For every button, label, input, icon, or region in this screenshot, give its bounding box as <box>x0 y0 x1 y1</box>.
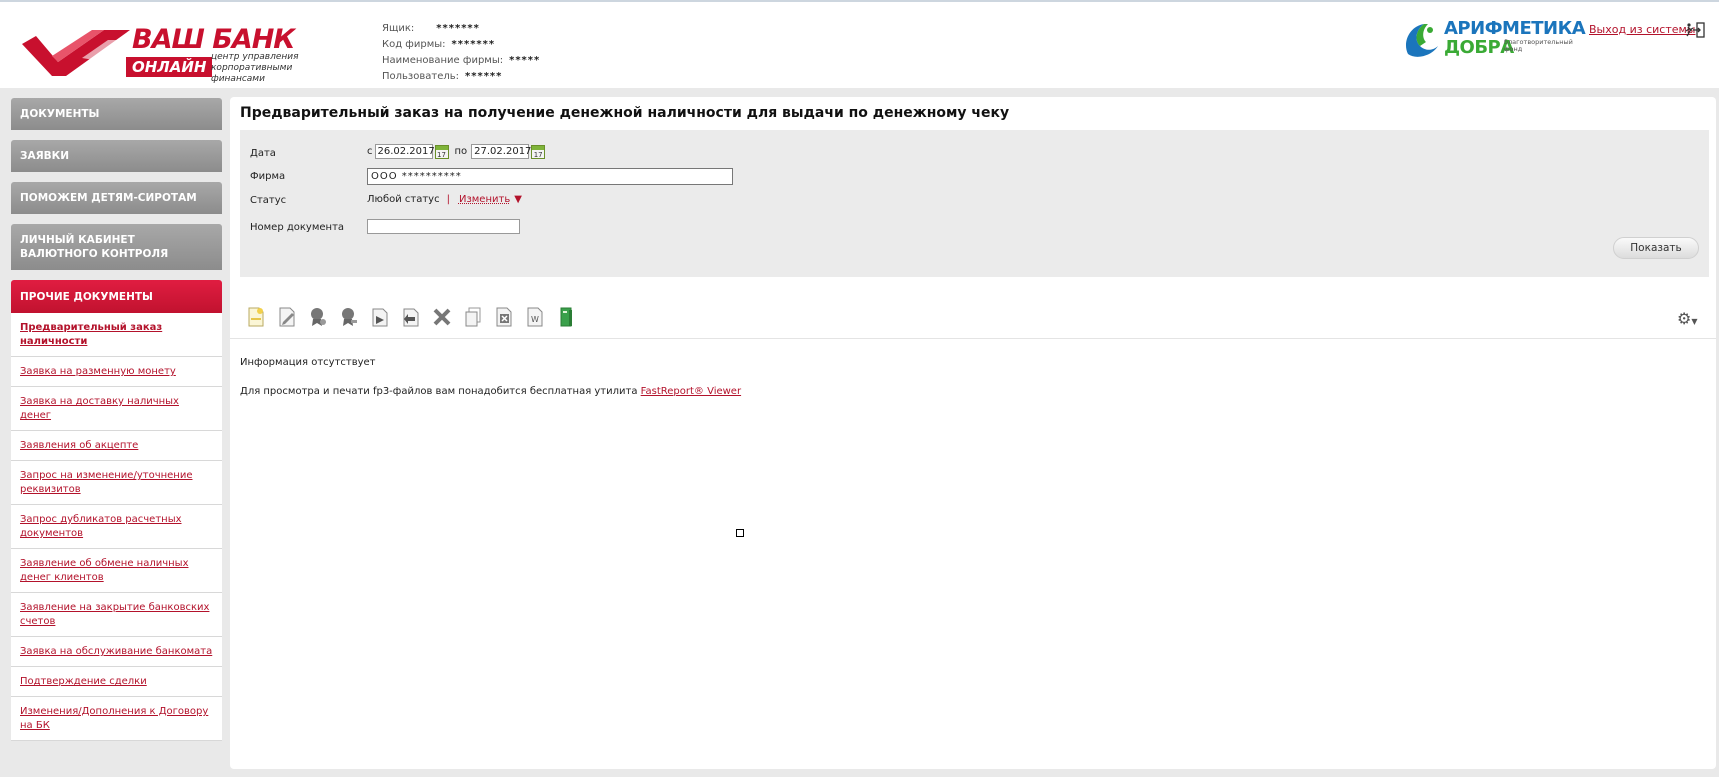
page-title: Предварительный заказ на получение денеж… <box>240 105 1010 121</box>
doc-number-input[interactable] <box>367 219 520 234</box>
fastreport-viewer-link[interactable]: FastReport® Viewer <box>641 386 741 397</box>
status-value: Любой статус <box>367 194 440 205</box>
menu-documents[interactable]: ДОКУМЕНТЫ <box>11 98 222 130</box>
filter-panel: Дата с 26.02.2017 17 по 27.02.2017 17 Фи… <box>240 130 1709 277</box>
partner-name-line1: АРИФМЕТИКА <box>1444 18 1586 39</box>
settings-gear-icon[interactable]: ⚙▼ <box>1677 309 1698 328</box>
submenu-item-cash-exchange[interactable]: Заявление об обмене наличных денег клиен… <box>11 549 222 593</box>
svg-text:W: W <box>531 315 539 324</box>
send-icon[interactable] <box>364 305 395 329</box>
partner-logo-icon <box>1405 24 1438 57</box>
mouse-cursor-marker <box>736 529 744 537</box>
bank-name: ВАШ БАНК <box>132 24 295 55</box>
new-document-icon[interactable] <box>240 305 271 329</box>
menu-requests[interactable]: ЗАЯВКИ <box>11 140 222 172</box>
unsign-icon[interactable] <box>333 305 364 329</box>
info-firm-name: Наименование фирмы: ***** <box>382 53 540 69</box>
info-firm-name-value: ***** <box>509 55 541 66</box>
info-firm-name-label: Наименование фирмы: <box>382 55 504 66</box>
toolbar-divider <box>230 338 1716 339</box>
bank-logo[interactable]: ВАШ БАНК ОНЛАЙН центр управления корпора… <box>22 22 312 88</box>
date-from-label: с <box>367 146 373 157</box>
submenu-item-deal-confirmation[interactable]: Подтверждение сделки <box>11 667 222 697</box>
date-to-label: по <box>454 146 468 157</box>
submenu-item-account-closure[interactable]: Заявление на закрытие банковских счетов <box>11 593 222 637</box>
calendar-to-icon[interactable]: 17 <box>531 144 546 159</box>
submenu-item-acceptance[interactable]: Заявления об акцепте <box>11 431 222 461</box>
bank-logo-mark-icon <box>22 30 130 76</box>
info-box-label: Ящик: <box>382 23 415 34</box>
date-label: Дата <box>250 148 276 159</box>
info-user-value: ****** <box>465 71 503 82</box>
fastreport-note-text: Для просмотра и печати fp3-файлов вам по… <box>240 386 641 397</box>
status-label: Статус <box>250 195 287 206</box>
doc-number-label: Номер документа <box>250 222 345 233</box>
date-from-input[interactable]: 26.02.2017 <box>374 144 435 159</box>
show-button[interactable]: Показать <box>1613 237 1699 259</box>
menu-other-documents[interactable]: ПРОЧИЕ ДОКУМЕНТЫ <box>11 280 222 313</box>
status-dropdown-caret-icon[interactable]: ▼ <box>514 194 522 205</box>
status-separator: | <box>446 194 450 205</box>
fastreport-note: Для просмотра и печати fp3-файлов вам по… <box>240 386 741 397</box>
date-to-input[interactable]: 27.02.2017 <box>471 144 531 159</box>
submenu-item-cash-delivery[interactable]: Заявка на доставку наличных денег <box>11 387 222 431</box>
sign-icon[interactable] <box>302 305 333 329</box>
info-box-value: ******* <box>436 23 480 34</box>
account-info: Ящик: ******* Код фирмы: ******* Наименова… <box>382 21 540 85</box>
submenu-item-contract-changes[interactable]: Изменения/Дополнения к Договору на БК <box>11 697 222 741</box>
delete-icon[interactable] <box>426 305 457 329</box>
menu-currency-control[interactable]: ЛИЧНЫЙ КАБИНЕТ ВАЛЮТНОГО КОНТРОЛЯ <box>11 224 222 270</box>
logout-link[interactable]: Выход из системы <box>1589 23 1695 36</box>
empty-state-message: Информация отсутствует <box>240 357 376 368</box>
submenu-item-coin-request[interactable]: Заявка на разменную монету <box>11 357 222 387</box>
submenu-other-documents: Предварительный заказ наличности Заявка … <box>11 313 222 741</box>
toolbar: W <box>240 305 581 331</box>
firm-select[interactable]: ООО ********** <box>367 168 733 185</box>
recall-icon[interactable] <box>395 305 426 329</box>
export-excel-icon[interactable] <box>488 305 519 329</box>
submenu-item-cash-preorder[interactable]: Предварительный заказ наличности <box>11 313 222 357</box>
archive-icon[interactable] <box>550 305 581 329</box>
status-change-link[interactable]: Изменить <box>459 194 510 205</box>
date-range: с 26.02.2017 17 по 27.02.2017 17 <box>367 144 551 159</box>
partner-logo[interactable]: АРИФМЕТИКА ДОБРА благотворительный фонд <box>1400 18 1586 60</box>
menu-help-orphans[interactable]: ПОМОЖЕМ ДЕТЯМ-СИРОТАМ <box>11 182 222 214</box>
bank-online-label: ОНЛАЙН <box>126 57 213 77</box>
edit-document-icon[interactable] <box>271 305 302 329</box>
info-firm-code-label: Код фирмы: <box>382 39 446 50</box>
info-box: Ящик: ******* <box>382 21 540 37</box>
firm-label: Фирма <box>250 171 286 182</box>
calendar-from-icon[interactable]: 17 <box>434 144 449 159</box>
info-user-label: Пользователь: <box>382 71 460 82</box>
copy-icon[interactable] <box>457 305 488 329</box>
partner-name-line3: благотворительный фонд <box>1504 38 1573 53</box>
main-content: Предварительный заказ на получение денеж… <box>230 97 1716 769</box>
export-word-icon[interactable]: W <box>519 305 550 329</box>
logout-icon[interactable] <box>1684 22 1706 38</box>
submenu-item-requisites-change[interactable]: Запрос на изменение/уточнение реквизитов <box>11 461 222 505</box>
info-firm-code-value: ******* <box>451 39 496 50</box>
status-control: Любой статус | Изменить ▼ <box>367 194 522 205</box>
submenu-item-atm-service[interactable]: Заявка на обслуживание банкомата <box>11 637 222 667</box>
header: ВАШ БАНК ОНЛАЙН центр управления корпора… <box>0 0 1719 88</box>
info-firm-code: Код фирмы: ******* <box>382 37 540 53</box>
info-user: Пользователь: ****** <box>382 69 540 85</box>
sidebar: ДОКУМЕНТЫ ЗАЯВКИ ПОМОЖЕМ ДЕТЯМ-СИРОТАМ Л… <box>11 98 222 741</box>
submenu-item-duplicates-request[interactable]: Запрос дубликатов расчетных документов <box>11 505 222 549</box>
bank-subtitle: центр управления корпоративными финансам… <box>211 52 299 84</box>
